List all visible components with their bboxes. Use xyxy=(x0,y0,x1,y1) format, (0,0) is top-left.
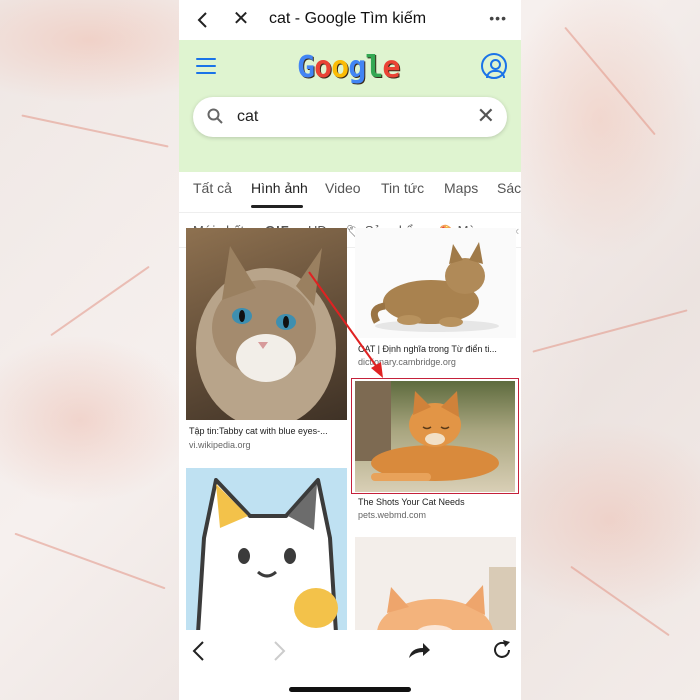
tab-images[interactable]: Hình ảnh xyxy=(251,180,308,196)
result-image-cat-partial[interactable] xyxy=(355,537,516,637)
result-image-cartoon-cat[interactable] xyxy=(186,468,347,633)
browser-toolbar: ✕ cat - Google Tìm kiếm ••• xyxy=(179,0,521,40)
close-icon[interactable]: ✕ xyxy=(231,9,251,29)
result-source: dictionary.cambridge.org xyxy=(358,357,456,367)
result-caption[interactable]: CAT | Định nghĩa trong Từ điển ti... xyxy=(358,344,514,354)
share-icon[interactable] xyxy=(407,640,431,660)
account-icon[interactable] xyxy=(481,53,507,79)
result-source: vi.wikipedia.org xyxy=(189,440,251,450)
cat-partial-image xyxy=(377,567,516,637)
tab-news[interactable]: Tin tức xyxy=(381,180,424,196)
home-indicator xyxy=(289,687,411,692)
tab-all[interactable]: Tất cả xyxy=(193,180,232,196)
search-tabs: Tất cả Hình ảnh Video Tin tức Maps Sác xyxy=(179,172,521,210)
search-input[interactable] xyxy=(237,106,457,128)
search-box[interactable]: ✕ xyxy=(193,97,507,137)
result-caption[interactable]: The Shots Your Cat Needs xyxy=(358,497,514,507)
hamburger-menu-icon[interactable] xyxy=(196,58,216,74)
clear-search-icon[interactable]: ✕ xyxy=(477,104,495,128)
tab-shopping[interactable]: Sác xyxy=(497,180,521,196)
cartoon-cat-image xyxy=(196,478,338,633)
search-icon xyxy=(207,108,223,124)
logo-letter: e xyxy=(382,50,400,85)
tabby-cat-image xyxy=(196,246,336,420)
result-image-tabby-cat[interactable] xyxy=(186,228,347,420)
browser-bottom-toolbar xyxy=(179,630,521,700)
more-options-icon[interactable]: ••• xyxy=(489,10,507,26)
lying-cat-image xyxy=(370,242,499,332)
result-source: pets.webmd.com xyxy=(358,510,427,520)
page-title: cat - Google Tìm kiếm xyxy=(269,10,427,27)
tab-maps[interactable]: Maps xyxy=(444,180,478,196)
active-tab-indicator xyxy=(251,205,303,208)
logo-letter: G xyxy=(297,50,315,85)
logo-letter: o xyxy=(314,50,332,85)
phone-screen: ✕ cat - Google Tìm kiếm ••• Google ✕ Tất… xyxy=(179,0,521,700)
tab-video[interactable]: Video xyxy=(325,180,361,196)
google-doodle-logo[interactable]: Google xyxy=(297,50,400,85)
logo-letter: l xyxy=(365,50,383,85)
result-caption[interactable]: Tập tin:Tabby cat with blue eyes-... xyxy=(189,426,345,436)
back-icon[interactable] xyxy=(191,640,207,662)
back-chevron-icon[interactable] xyxy=(195,10,211,30)
logo-letter: g xyxy=(348,50,366,85)
forward-icon[interactable] xyxy=(271,640,287,662)
google-header: Google ✕ xyxy=(179,40,521,172)
logo-letter: o xyxy=(331,50,349,85)
selected-result-highlight xyxy=(351,378,519,494)
result-image-lying-cat[interactable] xyxy=(355,228,516,338)
refresh-icon[interactable] xyxy=(491,639,513,661)
